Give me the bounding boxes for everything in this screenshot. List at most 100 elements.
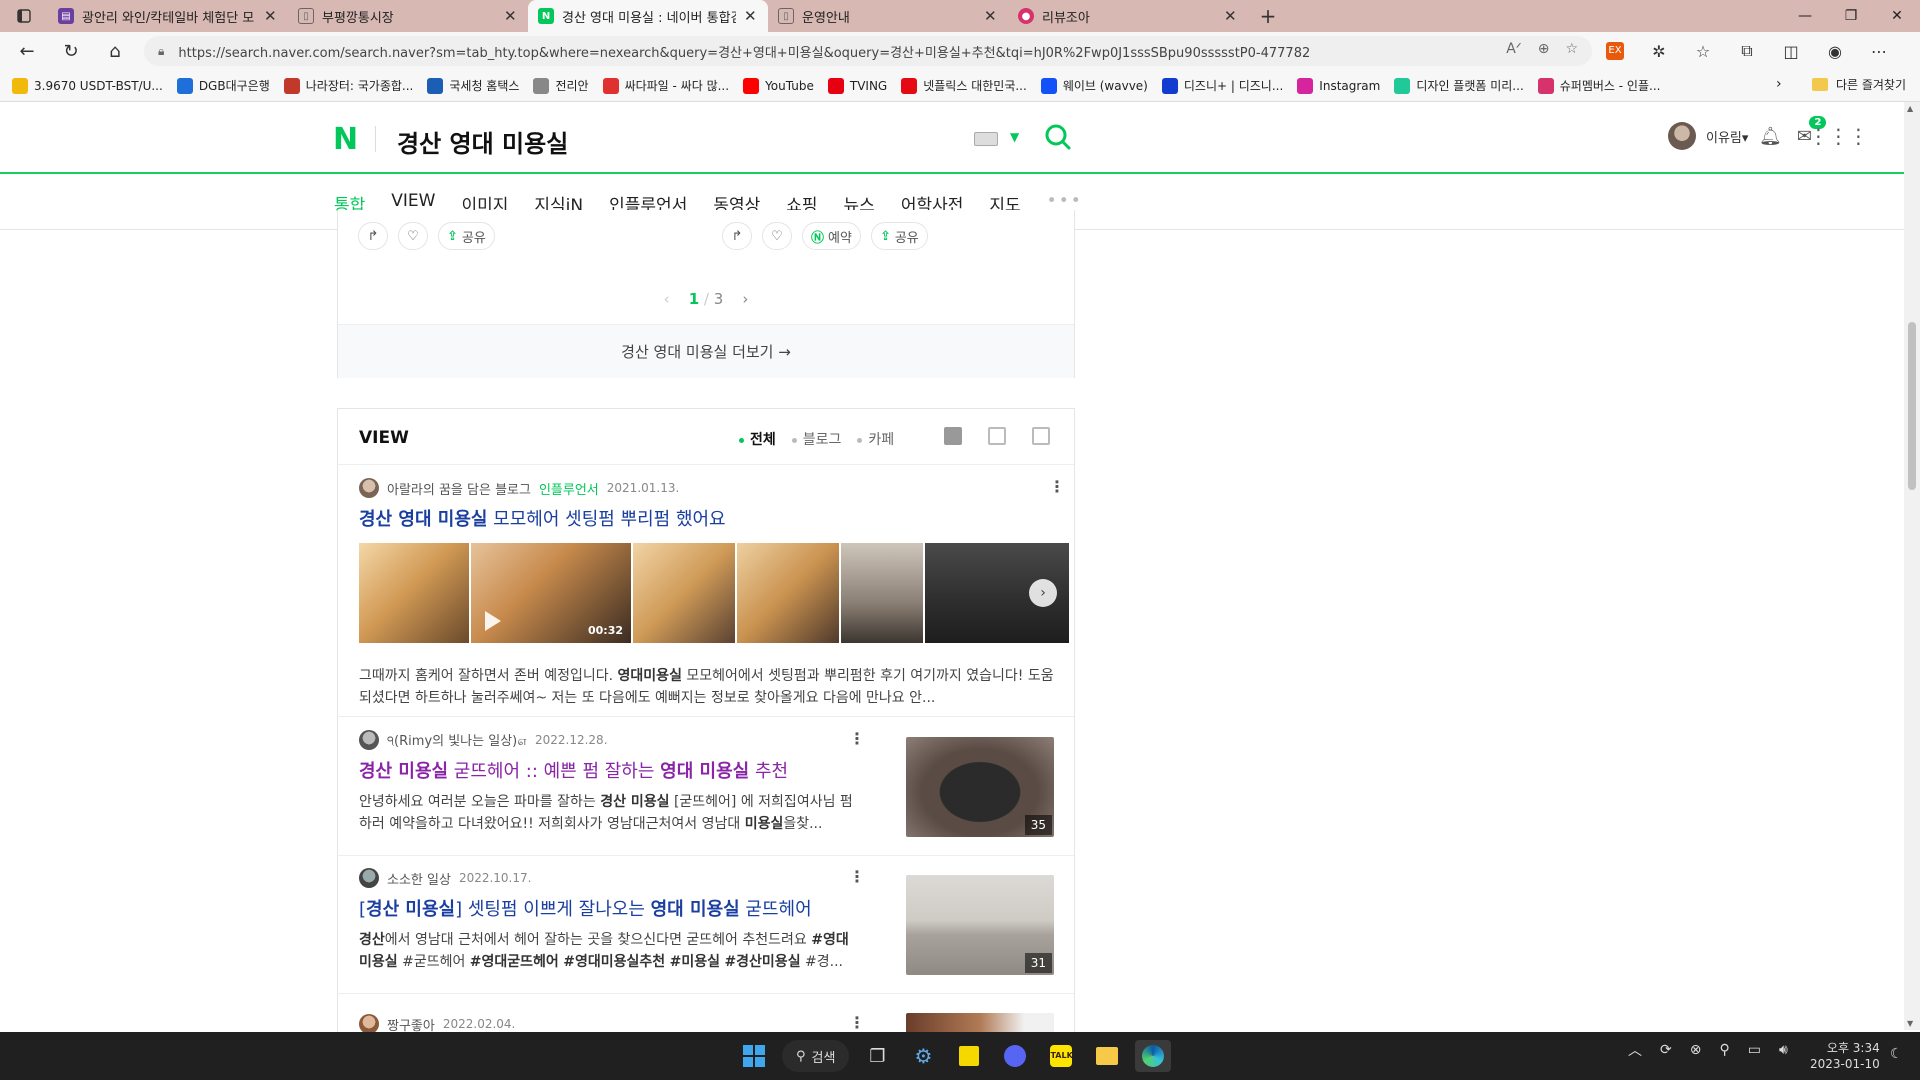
post-thumbnail[interactable]: 35 (906, 737, 1054, 837)
post-author[interactable]: 소소한 일상 (387, 869, 451, 888)
scroll-up-icon[interactable]: ▲ (1907, 104, 1913, 113)
new-tab-button[interactable]: + (1248, 0, 1288, 32)
save-place-button[interactable]: ♡ (762, 222, 792, 250)
bookmark-item[interactable]: 디즈니+ | 디즈니... (1161, 77, 1283, 94)
bookmarks-overflow-chevron-icon[interactable]: › (1776, 76, 1782, 92)
discord-icon[interactable] (997, 1040, 1033, 1072)
chevron-left-icon[interactable]: ‹ (664, 290, 670, 308)
thumbnail-image[interactable] (737, 543, 839, 643)
avatar[interactable] (1668, 122, 1696, 150)
sync-icon[interactable]: ⟳ (1660, 1042, 1672, 1058)
browser-tab-2-active[interactable]: N 경산 영대 미용실 : 네이버 통합검 ✕ (528, 0, 768, 32)
browser-essentials-icon[interactable]: ◫ (1776, 42, 1806, 61)
task-view-icon[interactable]: ❐ (859, 1040, 895, 1072)
taskbar-clock[interactable]: 오후 3:34 2023-01-10 (1810, 1040, 1880, 1072)
username[interactable]: 이유림▾ (1706, 127, 1748, 146)
url-bar[interactable]: 🔒︎ https://search.naver.com/search.naver… (144, 36, 1592, 66)
browser-tab-1[interactable]: ▯ 부평깡통시장 ✕ (288, 0, 528, 32)
start-button[interactable] (736, 1040, 772, 1072)
avatar[interactable] (359, 868, 379, 888)
location-icon[interactable]: ⚲ (1719, 1042, 1729, 1058)
thumbnail-image[interactable] (359, 543, 469, 643)
bookmark-item[interactable]: 전리안 (533, 77, 589, 94)
browser-tab-4[interactable]: ● 리뷰조아 ✕ (1008, 0, 1248, 32)
edge-browser-icon[interactable] (1135, 1040, 1172, 1072)
settings-gear-icon[interactable]: ⚙ (905, 1040, 941, 1072)
save-place-button[interactable]: ♡ (398, 222, 428, 250)
filter-blog[interactable]: 블로그 (791, 429, 841, 449)
bookmark-item[interactable]: 슈퍼멤버스 - 인플... (1537, 77, 1660, 94)
bookmark-item[interactable]: 국세청 홈택스 (427, 77, 519, 94)
post-title[interactable]: 경산 미용실 굳뜨헤어 :: 예쁜 펌 잘하는 영대 미용실 추천 (359, 757, 859, 783)
home-button[interactable]: ⌂ (96, 32, 134, 70)
more-options-icon[interactable]: ⋮ (849, 1013, 865, 1032)
favorite-star-icon[interactable]: ☆ (1565, 41, 1578, 57)
post-author[interactable]: 아랄라의 꿈을 담은 블로그 (387, 479, 531, 498)
taskbar-search[interactable]: ⚲ 검색 (782, 1040, 850, 1072)
tab-close-icon[interactable]: ✕ (984, 7, 998, 25)
filter-cafe[interactable]: 카페 (857, 429, 894, 449)
network-icon[interactable]: ▭ (1748, 1042, 1761, 1058)
thumbnail-image[interactable] (633, 543, 735, 643)
bookmark-item[interactable]: DGB대구은행 (176, 77, 270, 94)
browser-tab-3[interactable]: ▯ 운영안내 ✕ (768, 0, 1008, 32)
filter-all[interactable]: 전체 (739, 429, 776, 449)
refresh-button[interactable]: ↻ (52, 32, 90, 70)
list-view-icon[interactable] (944, 427, 962, 445)
reserve-button[interactable]: Ⓝ 예약 (802, 222, 861, 250)
collections-icon[interactable]: ⧉ (1732, 41, 1762, 61)
back-button[interactable]: ← (8, 32, 46, 70)
influencer-badge[interactable]: 인플루언서 (539, 479, 599, 498)
bookmark-item[interactable]: YouTube (743, 77, 814, 94)
read-aloud-icon[interactable]: Aᐟ (1506, 41, 1522, 57)
naver-logo[interactable]: N (333, 122, 358, 157)
bookmark-item[interactable]: TVING (827, 77, 887, 94)
close-window-icon[interactable]: ✕ (1874, 0, 1920, 32)
search-icon[interactable] (1043, 122, 1073, 152)
zoom-icon[interactable]: ⊕ (1538, 41, 1550, 57)
bookmark-item[interactable]: 싸다파일 - 싸다 많... (602, 77, 729, 94)
more-options-icon[interactable]: ⋮ (1049, 477, 1065, 496)
tab-close-icon[interactable]: ✕ (744, 7, 758, 25)
more-options-icon[interactable]: ⋮ (849, 729, 865, 748)
page-scrollbar[interactable]: ▲ ▼ (1904, 102, 1920, 1030)
directions-button[interactable]: ↱ (358, 222, 388, 250)
close-circle-icon[interactable]: ⊗ (1690, 1042, 1702, 1058)
thumbnail-image[interactable] (841, 543, 923, 643)
tab-close-icon[interactable]: ✕ (264, 7, 278, 25)
video-thumbnail[interactable]: 00:32 (471, 543, 631, 643)
bookmark-item[interactable]: 디자인 플랫폼 미리... (1394, 77, 1524, 94)
extensions-puzzle-icon[interactable]: ✲ (1644, 42, 1674, 61)
bell-icon[interactable]: 🔔︎ (1758, 124, 1782, 148)
chevron-right-icon[interactable]: › (1029, 579, 1057, 607)
kakaotalk-icon[interactable]: TALK (1043, 1040, 1079, 1072)
tab-close-icon[interactable]: ✕ (1224, 7, 1238, 25)
minimize-icon[interactable]: — (1782, 0, 1828, 32)
post-author[interactable]: ੧(Rimy의 빛나는 일상)௭ (387, 730, 527, 750)
bookmark-item[interactable]: Instagram (1297, 77, 1380, 94)
chevron-right-icon[interactable]: › (742, 290, 748, 308)
browser-tab-0[interactable]: ▤ 광안리 와인/칵테일바 체험단 모 ✕ (48, 0, 288, 32)
post-title[interactable]: [경산 미용실] 셋팅펌 이쁘게 잘나오는 영대 미용실 굳뜨헤어 (359, 895, 859, 921)
video-view-icon[interactable] (1032, 427, 1050, 445)
thumbnail-image[interactable]: › (925, 543, 1069, 643)
scroll-thumb[interactable] (1908, 322, 1916, 490)
avatar[interactable] (359, 730, 379, 750)
post-thumbnail[interactable]: 31 (906, 875, 1054, 975)
moon-icon[interactable]: ☾ (1890, 1046, 1903, 1062)
more-menu-icon[interactable]: ⋯ (1864, 42, 1894, 61)
tab-actions-menu-button[interactable] (0, 0, 48, 32)
avatar[interactable] (359, 1014, 379, 1034)
card-view-icon[interactable] (988, 427, 1006, 445)
tab-close-icon[interactable]: ✕ (504, 7, 518, 25)
sticky-notes-icon[interactable] (951, 1040, 987, 1072)
keyboard-icon[interactable] (974, 132, 998, 146)
bookmark-item[interactable]: 나라장터: 국가종합... (283, 77, 413, 94)
file-explorer-icon[interactable] (1089, 1040, 1125, 1072)
apps-grid-icon[interactable]: ⋮⋮⋮ (1808, 124, 1868, 148)
bookmark-item[interactable]: 넷플릭스 대한민국... (901, 77, 1027, 94)
chevron-down-icon[interactable]: ▼ (1010, 130, 1019, 144)
share-button[interactable]: ⇪ 공유 (870, 222, 928, 250)
more-results-link[interactable]: 경산 영대 미용실 더보기 → (338, 324, 1074, 378)
bookmark-item[interactable]: 웨이브 (wavve) (1040, 77, 1148, 94)
